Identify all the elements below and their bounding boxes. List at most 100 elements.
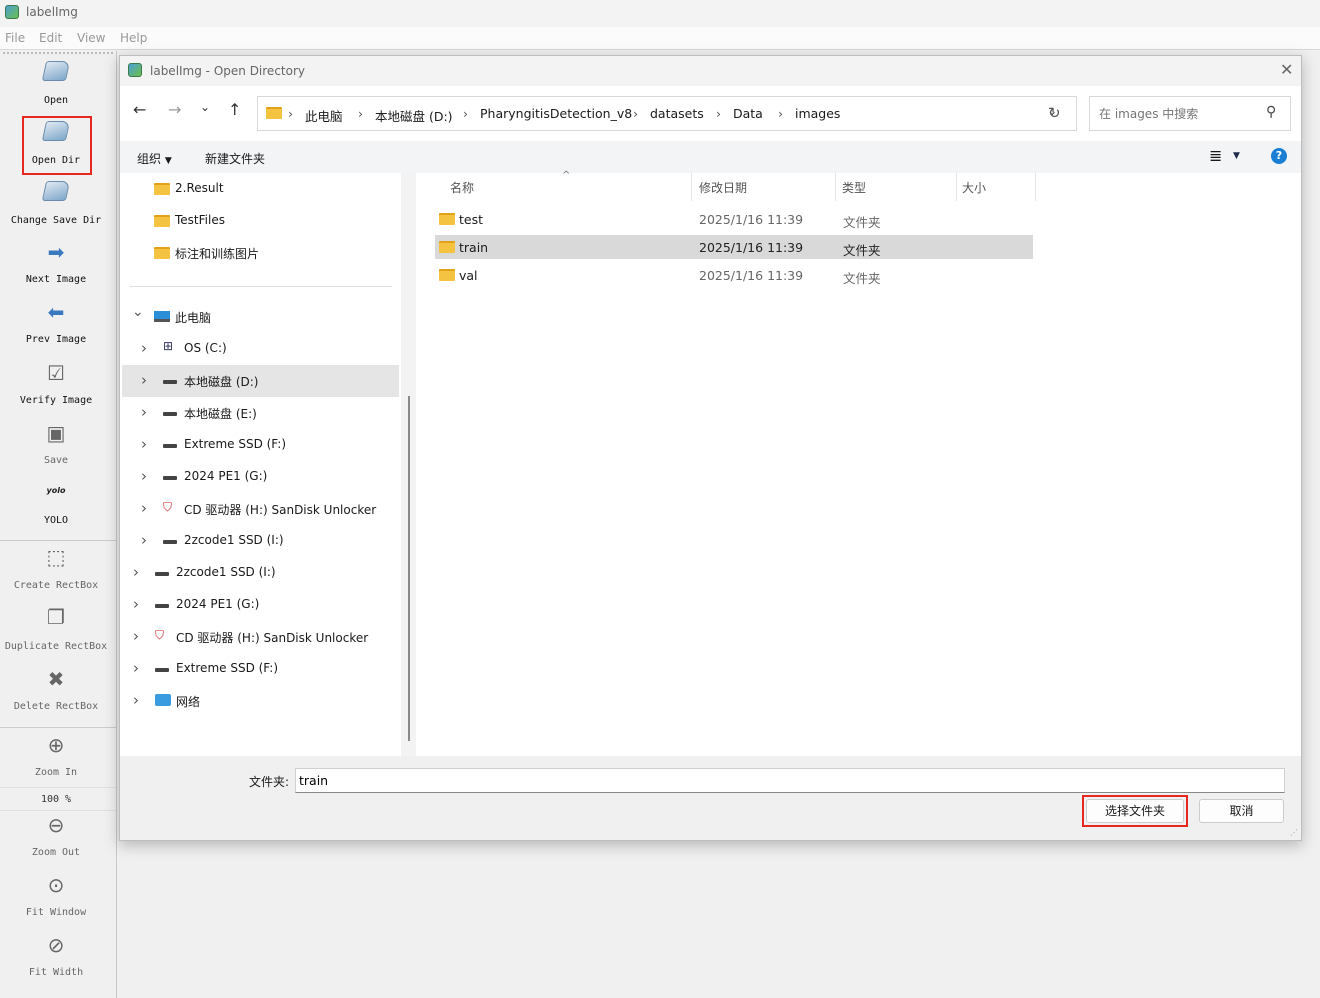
toolbar-duplicate-rectbox-button[interactable]: ❐ Duplicate RectBox — [0, 606, 112, 657]
recent-locations-chevron-icon[interactable]: ⌄ — [200, 100, 210, 114]
close-icon[interactable]: ✕ — [1280, 60, 1293, 79]
breadcrumb-separator-icon[interactable]: › — [716, 106, 721, 121]
toolbar-separator — [0, 787, 116, 788]
cd-drive-icon: ⛉ — [155, 628, 165, 642]
chevron-right-icon[interactable]: › — [141, 403, 147, 421]
zoom-in-icon: ⊕ — [47, 733, 65, 757]
folder-name-input[interactable] — [295, 768, 1285, 793]
menu-view[interactable]: View — [77, 31, 105, 45]
breadcrumb-item[interactable]: PharyngitisDetection_v8 — [480, 106, 632, 121]
breadcrumb-item[interactable]: datasets — [650, 106, 704, 121]
app-icon — [5, 5, 19, 19]
search-input[interactable] — [1090, 97, 1260, 130]
chevron-right-icon[interactable]: › — [133, 563, 139, 581]
toolbar-change-save-dir-button[interactable]: Change Save Dir — [0, 181, 112, 231]
nav-tree-item[interactable]: › 网络 — [122, 690, 399, 712]
nav-tree-item[interactable]: › 2zcode1 SSD (I:) — [122, 530, 399, 552]
chevron-right-icon[interactable]: › — [133, 691, 139, 709]
nav-tree-label: OS (C:) — [184, 341, 227, 355]
menu-edit[interactable]: Edit — [39, 31, 62, 45]
help-icon[interactable]: ? — [1271, 148, 1287, 164]
menu-file[interactable]: File — [5, 31, 25, 45]
chevron-right-icon[interactable]: › — [141, 467, 147, 485]
toolbar-label: Zoom In — [34, 767, 78, 778]
toolbar-prev-image-button[interactable]: ⬅ Prev Image — [0, 301, 112, 350]
address-bar[interactable]: ⌄ › 此电脑 › 本地磁盘 (D:) › PharyngitisDetection_v8… — [257, 96, 1077, 131]
view-options-dropdown-icon[interactable]: ▼ — [1233, 151, 1240, 161]
new-folder-button[interactable]: 新建文件夹 — [205, 150, 265, 167]
file-row[interactable]: test 2025/1/16 11:39 文件夹 — [435, 207, 1033, 231]
breadcrumb-item[interactable]: 此电脑 — [305, 106, 343, 125]
toolbar-grip[interactable] — [3, 52, 113, 54]
search-box[interactable]: ⚲ — [1089, 96, 1291, 131]
nav-tree-item[interactable]: 2.Result — [122, 178, 399, 200]
nav-tree-item[interactable]: › 本地磁盘 (D:) — [122, 365, 399, 397]
breadcrumb-separator-icon[interactable]: › — [358, 106, 363, 121]
chevron-right-icon[interactable]: › — [133, 595, 139, 613]
nav-tree-item[interactable]: › ⛉ CD 驱动器 (H:) SanDisk Unlocker — [122, 498, 399, 520]
toolbar-fit-window-button[interactable]: ⊙ Fit Window — [0, 874, 112, 923]
cancel-button[interactable]: 取消 — [1199, 799, 1284, 823]
refresh-icon[interactable]: ↻ — [1048, 104, 1061, 122]
resize-grip-icon[interactable]: ⋰ — [1290, 828, 1298, 837]
nav-tree-item[interactable]: ⌄ 此电脑 — [122, 304, 399, 328]
chevron-right-icon[interactable]: › — [133, 627, 139, 645]
toolbar-save-button[interactable]: ▣ Save — [0, 422, 112, 471]
breadcrumb-item[interactable]: Data — [733, 106, 763, 121]
folder-label: 文件夹: — [249, 775, 290, 789]
nav-tree-item[interactable]: › ⊞ OS (C:) — [122, 338, 399, 360]
back-icon[interactable]: ← — [133, 100, 146, 119]
nav-tree-item[interactable]: 标注和训练图片 — [122, 242, 399, 264]
toolbar-next-image-button[interactable]: ➡ Next Image — [0, 241, 112, 290]
nav-tree-item[interactable]: TestFiles — [122, 210, 399, 232]
menu-help[interactable]: Help — [120, 31, 147, 45]
search-icon[interactable]: ⚲ — [1266, 104, 1276, 120]
view-list-icon[interactable]: ≣ — [1209, 146, 1222, 165]
organize-button[interactable]: 组织 ▼ — [137, 150, 172, 167]
fit-width-icon: ⊘ — [47, 933, 65, 957]
forward-icon[interactable]: → — [168, 100, 181, 119]
toolbar-fit-width-button[interactable]: ⊘ Fit Width — [0, 934, 112, 983]
toolbar-separator — [0, 540, 116, 541]
toolbar-zoom-in-button[interactable]: ⊕ Zoom In — [0, 734, 112, 783]
toolbar-separator — [0, 727, 116, 728]
breadcrumb-separator-icon[interactable]: › — [778, 106, 783, 121]
nav-tree-item[interactable]: › Extreme SSD (F:) — [122, 434, 399, 456]
column-header-date[interactable]: 修改日期 — [699, 179, 747, 196]
nav-tree-item[interactable]: › 2zcode1 SSD (I:) — [122, 562, 399, 584]
breadcrumb-separator-icon[interactable]: › — [288, 106, 293, 121]
nav-tree-item[interactable]: › Extreme SSD (F:) — [122, 658, 399, 680]
chevron-right-icon[interactable]: › — [141, 371, 147, 389]
nav-tree-item[interactable]: › ⛉ CD 驱动器 (H:) SanDisk Unlocker — [122, 626, 399, 648]
chevron-right-icon[interactable]: › — [141, 499, 147, 517]
toolbar-delete-rectbox-button[interactable]: ✖ Delete RectBox — [0, 668, 112, 717]
chevron-right-icon[interactable]: › — [133, 659, 139, 677]
toolbar-open-button[interactable]: Open — [0, 61, 112, 111]
toolbar-verify-image-button[interactable]: ☑ Verify Image — [0, 362, 112, 411]
chevron-right-icon[interactable]: › — [141, 531, 147, 549]
app-title-bar: labelImg — [0, 0, 1320, 27]
breadcrumb-item[interactable]: 本地磁盘 (D:) — [375, 106, 453, 125]
column-header-name[interactable]: 名称 — [450, 179, 474, 196]
chevron-right-icon[interactable]: › — [141, 339, 147, 357]
chevron-right-icon[interactable]: › — [141, 435, 147, 453]
breadcrumb-separator-icon[interactable]: › — [463, 106, 468, 121]
chevron-down-icon[interactable]: ⌄ — [132, 304, 144, 320]
toolbar-create-rectbox-button[interactable]: ⬚ Create RectBox — [0, 546, 112, 596]
up-icon[interactable]: ↑ — [228, 100, 241, 119]
column-header-size[interactable]: 大小 — [962, 179, 986, 196]
breadcrumb-item[interactable]: images — [795, 106, 840, 121]
nav-pane-scrollbar[interactable] — [408, 396, 410, 741]
nav-tree-item[interactable]: › 2024 PE1 (G:) — [122, 466, 399, 488]
nav-tree-item[interactable]: › 本地磁盘 (E:) — [122, 402, 399, 424]
nav-tree-label: 本地磁盘 (E:) — [184, 407, 257, 421]
file-row[interactable]: val 2025/1/16 11:39 文件夹 — [435, 263, 1033, 287]
menu-bar: File Edit View Help — [0, 27, 1320, 50]
checkbox-icon: ☑ — [47, 361, 65, 385]
file-row[interactable]: train 2025/1/16 11:39 文件夹 — [435, 235, 1033, 259]
column-header-type[interactable]: 类型 — [842, 179, 866, 196]
nav-tree-item[interactable]: › 2024 PE1 (G:) — [122, 594, 399, 616]
toolbar-yolo-button[interactable]: yolo YOLO — [0, 480, 112, 531]
breadcrumb-separator-icon[interactable]: › — [633, 106, 638, 121]
toolbar-zoom-out-button[interactable]: ⊖ Zoom Out — [0, 814, 112, 863]
